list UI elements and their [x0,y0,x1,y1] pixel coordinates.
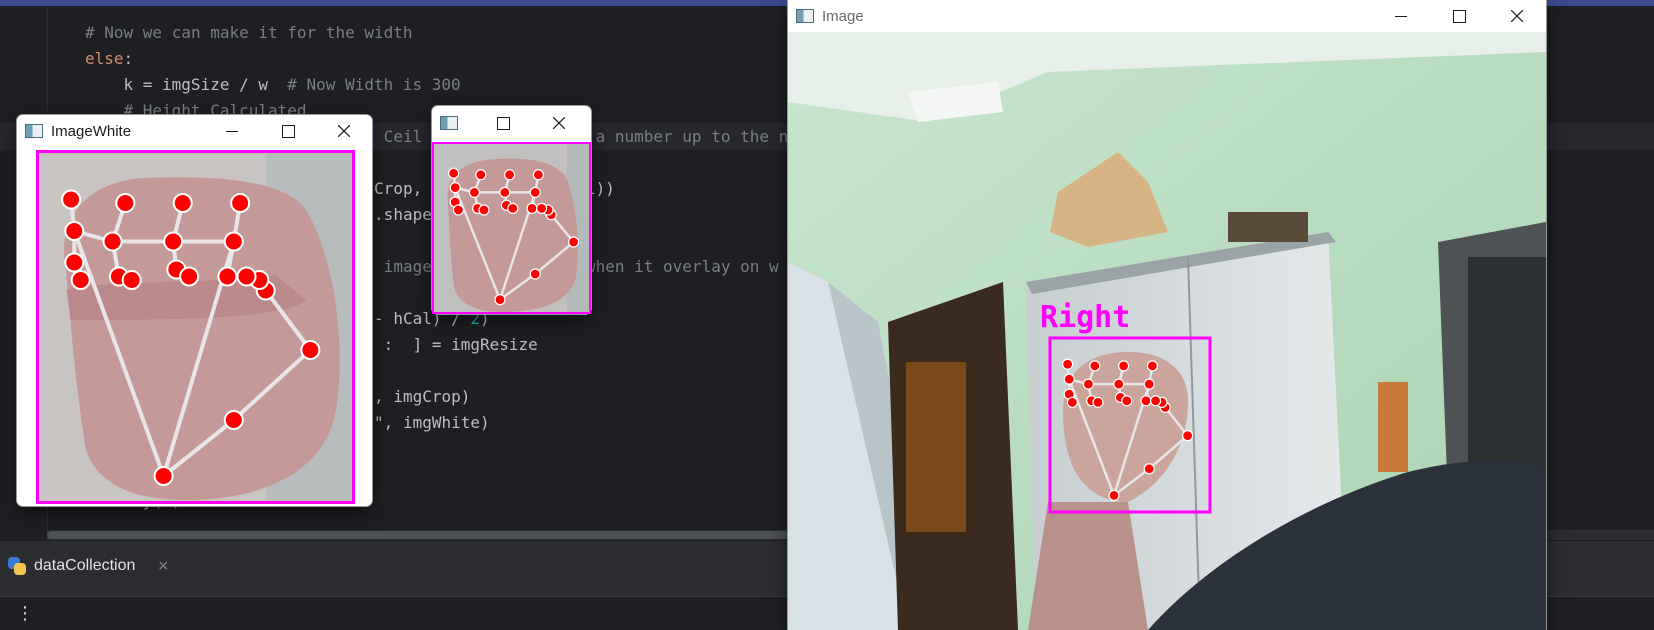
forearm [1028,502,1148,630]
landmark-point [449,181,461,194]
code-token: else [85,49,124,68]
landmark-point [1089,360,1101,372]
camera-scene: Right [788,32,1546,630]
landmark-point [217,266,238,287]
more-options-icon[interactable]: ⋮ [16,603,34,624]
imagecrop-canvas [432,142,591,314]
poster [906,362,966,532]
landmark-point [1143,378,1155,390]
close-icon [1511,10,1523,22]
landmark-point [499,186,511,199]
code-token: k = imgSize / w [123,75,288,94]
landmark-point [475,169,487,181]
landmark-point [70,270,91,290]
run-tab-label: dataCollection [34,557,136,574]
box-on-cabinet [1228,212,1308,242]
landmark-point [447,167,460,179]
maximize-button[interactable] [1430,0,1488,32]
landmark-point [1146,360,1159,372]
maximize-button[interactable] [260,115,316,147]
white-canvas-image [36,150,355,504]
close-icon [338,125,350,137]
landmark-point [1117,360,1130,372]
imagewhite-titlebar[interactable]: ImageWhite [17,115,372,147]
close-tab-icon[interactable]: × [157,558,169,574]
hand-white [64,177,340,501]
landmark-point [526,202,538,215]
landmark-point [1121,395,1133,407]
landmark-point [1082,378,1095,390]
imagewhite-canvas [36,150,355,504]
landmark-point [1113,378,1125,390]
imagewhite-window[interactable]: ImageWhite [17,115,372,506]
landmark-point [507,202,519,215]
minimize-button[interactable] [1372,0,1430,32]
code-token: # Now Width is 300 [287,75,461,94]
landmark-point [61,189,82,210]
landmark-point [1092,396,1104,409]
landmark-point [223,410,244,430]
crop-image [432,142,591,314]
landmark-point [1143,463,1155,475]
camera-feed: Right [788,32,1546,630]
landmark-point [102,231,123,252]
close-button[interactable] [316,115,372,147]
image-window[interactable]: Image Right [788,0,1546,630]
landmark-point [64,221,85,241]
landmark-point [532,169,545,181]
landmark-point [529,268,541,280]
close-button[interactable] [531,106,587,140]
opencv-window-icon [440,116,458,130]
landmark-point [172,193,193,213]
landmark-point [494,293,506,306]
landmark-point [115,193,136,213]
minimize-button[interactable] [204,115,260,147]
imagecrop-window[interactable] [432,106,591,314]
python-icon [8,557,26,575]
landmark-point [236,266,257,287]
close-button[interactable] [1488,0,1546,32]
landmark-point [179,266,200,287]
landmark-point [223,231,244,252]
landmark-point [121,270,142,290]
landmark-point [1066,396,1079,409]
landmark-point [300,340,321,360]
hand-label: Right [1040,300,1130,335]
landmark-point [452,204,465,216]
landmark-point [1063,373,1075,385]
landmark-point [1061,358,1074,370]
landmark-point [230,193,251,213]
opencv-window-icon [796,9,814,23]
imagecrop-titlebar[interactable] [432,106,591,140]
image-window-titlebar[interactable]: Image [788,0,1546,32]
landmark-point [153,466,174,486]
code-token: # Now we can make it for the width [85,23,413,42]
landmark-point [503,169,516,181]
landmark-point [1149,395,1162,407]
landmark-point [468,186,481,199]
run-tab-datacollection[interactable]: dataCollection × [8,551,169,581]
window-title: Image [822,7,864,25]
landmark-point [163,231,184,252]
window-title: ImageWhite [51,122,132,140]
opencv-window-icon [25,124,43,138]
landmark-point [64,252,85,273]
landmark-point [1181,429,1194,442]
code-token: : [123,49,134,68]
landmark-point [535,202,548,215]
maximize-button[interactable] [475,106,531,140]
landmark-point [1108,489,1120,501]
landmark-point [1140,395,1152,407]
close-icon [553,117,565,129]
landmark-point [478,204,490,216]
landmark-point [567,236,580,248]
shelf-items [1378,382,1408,472]
landmark-point [529,186,541,199]
